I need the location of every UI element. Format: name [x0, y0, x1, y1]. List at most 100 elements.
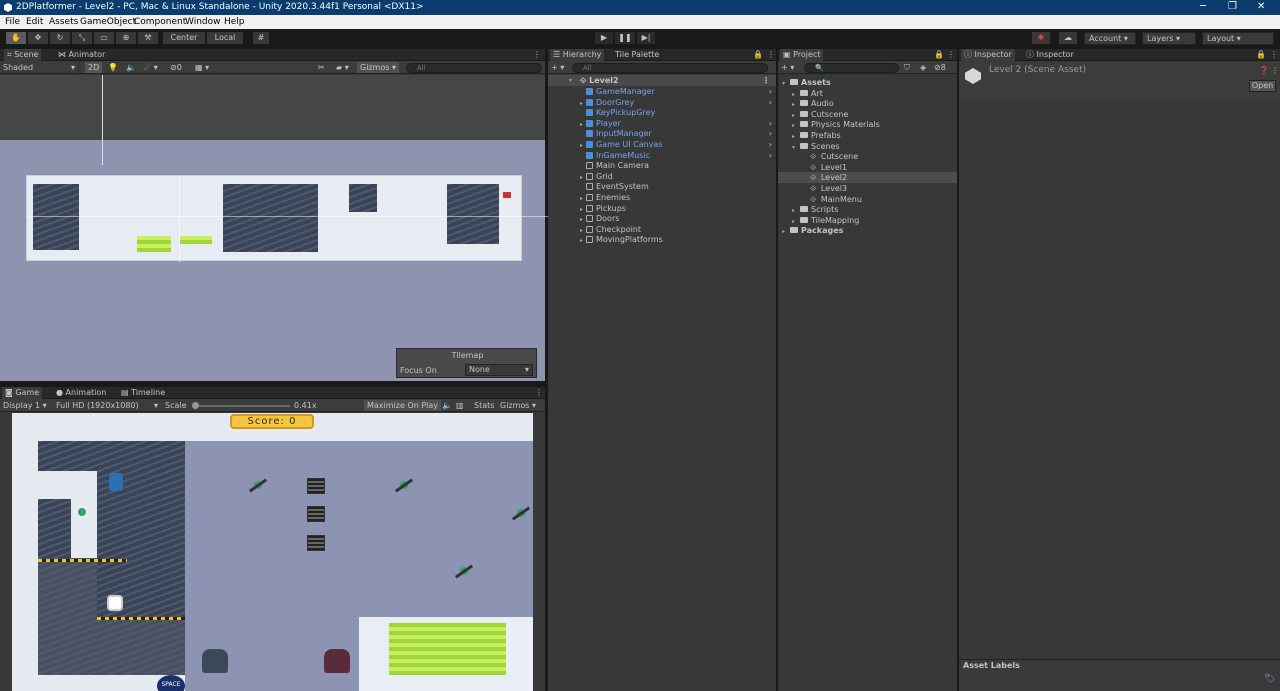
pause-button[interactable]: ❚❚ — [614, 31, 636, 45]
tools-icon[interactable]: ✂ — [318, 62, 325, 73]
tab-inspector-2[interactable]: ⓘ Inspector — [1023, 49, 1077, 61]
layers-dropdown[interactable]: Layers ▾ — [1142, 32, 1196, 45]
project-item[interactable]: ⟐ Level3 — [778, 183, 957, 194]
layout-dropdown[interactable]: Layout ▾ — [1202, 32, 1274, 45]
project-item[interactable]: ▸ Cutscene — [778, 109, 957, 120]
focus-on-dropdown[interactable]: None ▾ — [465, 364, 533, 376]
project-item[interactable]: ⟐ Cutscene — [778, 151, 957, 162]
scene-search-input[interactable]: All — [406, 63, 542, 73]
audio-icon[interactable]: 🔈 — [126, 62, 136, 73]
game-gizmos-dropdown[interactable]: Gizmos ▾ — [500, 400, 536, 411]
hierarchy-item[interactable]: GameManager › — [548, 86, 776, 97]
rotate-tool-icon[interactable]: ↻ — [49, 31, 71, 45]
open-prefab-icon[interactable]: › — [769, 128, 772, 139]
menu-window[interactable]: Window — [185, 17, 221, 27]
stats-toggle[interactable]: Stats — [474, 400, 494, 411]
scale-slider-thumb[interactable] — [191, 402, 199, 409]
level-tilemap[interactable] — [26, 175, 572, 262]
menu-gameobject[interactable]: GameObject — [80, 17, 136, 27]
menu-help[interactable]: Help — [224, 17, 245, 27]
open-prefab-icon[interactable]: › — [769, 86, 772, 97]
mute-audio-icon[interactable]: 🔈 — [442, 400, 452, 411]
pivot-local-button[interactable]: Local — [206, 31, 244, 45]
project-item[interactable]: ▸ Audio — [778, 98, 957, 109]
resolution-dropdown[interactable]: Full HD (1920x1080) ▾ — [56, 400, 158, 411]
project-item[interactable]: ⟐ MainMenu — [778, 194, 957, 205]
hidden-packages-icon[interactable]: ⊘8 — [934, 62, 946, 73]
project-item[interactable]: ▸ Packages — [778, 225, 957, 236]
lighting-icon[interactable]: 💡 — [108, 62, 118, 73]
step-button[interactable]: ▶| — [636, 31, 656, 45]
game-menu-icon[interactable]: ⋮ — [532, 387, 546, 399]
cloud-icon[interactable]: ☁ — [1058, 31, 1078, 45]
frame-debugger-icon[interactable]: ▥ — [456, 400, 464, 411]
hierarchy-item[interactable]: ▸ Grid — [548, 171, 776, 182]
search-by-label-icon[interactable]: ◈ — [920, 62, 926, 73]
scene-viewport[interactable]: Tilemap Focus On None ▾ — [0, 75, 572, 381]
tab-hierarchy[interactable]: ☰ Hierarchy — [550, 49, 605, 61]
project-item[interactable]: ▸ Prefabs — [778, 130, 957, 141]
hand-tool-icon[interactable]: ✋ — [5, 31, 27, 45]
create-dropdown[interactable]: + ▾ — [551, 62, 564, 73]
camera-icon[interactable]: ▰ ▾ — [336, 62, 349, 73]
hierarchy-item[interactable]: EventSystem — [548, 181, 776, 192]
project-item[interactable]: ▸ Art — [778, 88, 957, 99]
project-item[interactable]: ▾ Assets — [778, 77, 957, 88]
2d-toggle[interactable]: 2D — [85, 62, 103, 73]
transform-tool-icon[interactable]: ⊕ — [115, 31, 137, 45]
expand-arrow-icon[interactable]: ▸ — [580, 235, 583, 246]
hierarchy-item[interactable]: ▸ Enemies — [548, 192, 776, 203]
gizmos-dropdown[interactable]: Gizmos ▾ — [357, 62, 400, 73]
open-prefab-icon[interactable]: › — [769, 139, 772, 150]
hierarchy-item[interactable]: Main Camera — [548, 160, 776, 171]
menu-component[interactable]: Component — [134, 17, 186, 27]
scene-menu-icon[interactable]: ⋮ — [530, 49, 544, 61]
maximize-button[interactable]: ❐ — [1228, 1, 1237, 12]
tab-inspector-1[interactable]: ⓘ Inspector — [961, 49, 1015, 61]
tab-tile-palette[interactable]: Tile Palette — [612, 49, 662, 61]
menu-edit[interactable]: Edit — [26, 17, 43, 27]
rect-tool-icon[interactable]: ▭ — [93, 31, 115, 45]
project-item[interactable]: ▸ Physics Materials — [778, 119, 957, 130]
tab-animator[interactable]: ⋈ Animator — [55, 49, 108, 61]
inspector-settings-icon[interactable]: ⋮ — [1271, 66, 1279, 75]
game-viewport[interactable]: Score: 0 SPACE — [12, 413, 533, 691]
open-prefab-icon[interactable]: › — [769, 118, 772, 129]
hidden-objects-icon[interactable]: ⊘0 — [170, 62, 182, 73]
play-button[interactable]: ▶ — [594, 31, 614, 45]
hierarchy-item[interactable]: ▸ DoorGrey › — [548, 97, 776, 108]
move-tool-icon[interactable]: ✥ — [27, 31, 49, 45]
hierarchy-menu-icon[interactable]: ⋮ — [764, 49, 778, 61]
project-search-input[interactable]: 🔍 — [804, 63, 899, 73]
open-prefab-icon[interactable]: › — [769, 97, 772, 108]
scene-root-row[interactable]: ▾ ⟐ Level2 ⋮ — [548, 75, 776, 86]
pivot-center-button[interactable]: Center — [162, 31, 206, 45]
collab-icon[interactable]: ✱ — [1031, 31, 1051, 45]
close-button[interactable]: ✕ — [1257, 1, 1265, 12]
tab-animation[interactable]: ● Animation — [53, 387, 109, 399]
grid-visibility-icon[interactable]: ▦ ▾ — [195, 62, 209, 73]
custom-tool-icon[interactable]: ⚒ — [137, 31, 159, 45]
shading-dropdown[interactable]: Shaded ▾ — [3, 62, 79, 73]
inspector-menu-icon[interactable]: ⋮ — [1267, 49, 1280, 61]
project-create-dropdown[interactable]: + ▾ — [781, 62, 794, 73]
scale-slider-track[interactable] — [192, 405, 290, 407]
hierarchy-search-input[interactable]: All — [572, 63, 768, 73]
effects-icon[interactable]: ☄ ▾ — [144, 62, 158, 73]
expand-arrow-icon[interactable]: ▸ — [782, 226, 785, 237]
menu-assets[interactable]: Assets — [49, 17, 78, 27]
help-icon[interactable]: ❓ — [1259, 66, 1269, 75]
scale-tool-icon[interactable]: ⤡ — [71, 31, 93, 45]
label-tag-icon[interactable]: 🏷 — [1264, 674, 1275, 684]
project-menu-icon[interactable]: ⋮ — [944, 49, 958, 61]
project-item[interactable]: ▸ TileMapping — [778, 215, 957, 226]
hierarchy-item[interactable]: ▸ Game UI Canvas › — [548, 139, 776, 150]
project-item[interactable]: ⟐ Level2 — [778, 172, 957, 184]
maximize-on-play-toggle[interactable]: Maximize On Play — [364, 400, 442, 411]
hierarchy-item[interactable]: ▸ Doors — [548, 213, 776, 224]
hierarchy-item[interactable]: ▸ Player › — [548, 118, 776, 129]
account-dropdown[interactable]: Account ▾ — [1084, 32, 1136, 45]
grid-snap-icon[interactable]: # — [252, 31, 270, 45]
minimize-button[interactable]: ─ — [1200, 1, 1206, 12]
hierarchy-item[interactable]: InputManager › — [548, 128, 776, 139]
